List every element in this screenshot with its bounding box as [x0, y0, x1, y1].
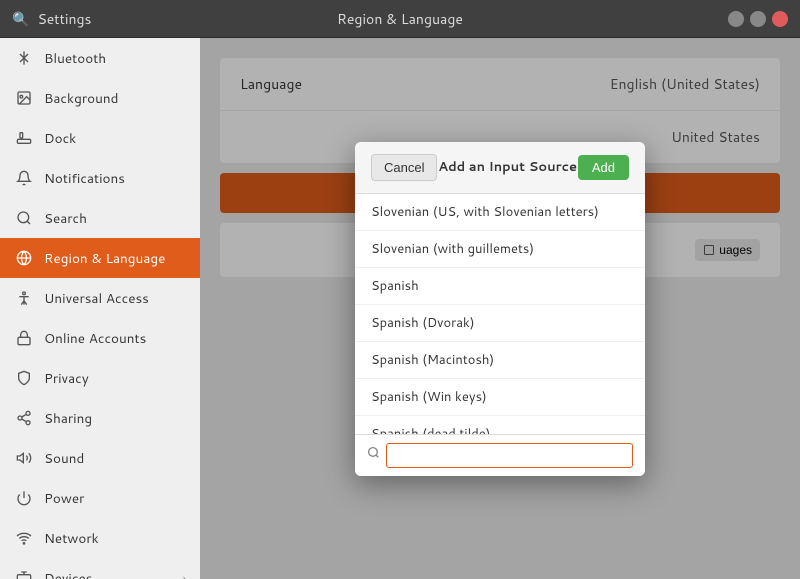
sidebar-item-power[interactable]: Power	[0, 478, 200, 518]
sidebar-label-universal-access: Universal Access	[44, 289, 149, 308]
region-icon	[14, 248, 34, 268]
bluetooth-icon	[14, 48, 34, 68]
list-item[interactable]: Slovenian (with guillemets)	[355, 231, 645, 268]
dialog-search-icon	[367, 446, 380, 464]
sidebar-item-bluetooth[interactable]: Bluetooth	[0, 38, 200, 78]
sidebar-item-sound[interactable]: Sound	[0, 438, 200, 478]
titlebar: 🔍 Settings Region & Language ─ □ ✕	[0, 0, 800, 38]
dialog-overlay: Cancel Add an Input Source Add Slovenian…	[200, 38, 800, 579]
search-sidebar-icon	[14, 208, 34, 228]
network-icon	[14, 528, 34, 548]
sidebar-item-region-language[interactable]: Region & Language	[0, 238, 200, 278]
search-icon: 🔍	[12, 9, 29, 29]
window-title: Region & Language	[337, 9, 463, 29]
chevron-right-icon: ›	[183, 570, 186, 579]
devices-icon	[14, 568, 34, 579]
sidebar-label-sharing: Sharing	[44, 409, 92, 428]
sidebar-label-background: Background	[44, 89, 118, 108]
sidebar-item-universal-access[interactable]: Universal Access	[0, 278, 200, 318]
sidebar-label-devices: Devices	[44, 569, 92, 579]
list-item[interactable]: Spanish (dead tilde)	[355, 416, 645, 434]
sidebar-label-online-accounts: Online Accounts	[44, 329, 146, 348]
sidebar-label-search: Search	[44, 209, 87, 228]
minimize-button[interactable]: ─	[728, 11, 744, 27]
sidebar-label-notifications: Notifications	[44, 169, 125, 188]
dialog-search-input[interactable]	[386, 443, 633, 468]
list-item[interactable]: Slovenian (US, with Slovenian letters)	[355, 194, 645, 231]
dialog-add-button[interactable]: Add	[578, 155, 629, 180]
sidebar-item-search[interactable]: Search	[0, 198, 200, 238]
list-item[interactable]: Spanish	[355, 268, 645, 305]
main-layout: Bluetooth Background Dock Notifications …	[0, 38, 800, 579]
online-accounts-icon	[14, 328, 34, 348]
dialog-header: Cancel Add an Input Source Add	[355, 142, 645, 194]
dialog-title: Add an Input Source	[438, 158, 577, 176]
list-item[interactable]: Spanish (Dvorak)	[355, 305, 645, 342]
sidebar-item-dock[interactable]: Dock	[0, 118, 200, 158]
app-title: Settings	[37, 9, 91, 29]
close-button[interactable]: ✕	[772, 11, 788, 27]
sound-icon	[14, 448, 34, 468]
list-item[interactable]: Spanish (Win keys)	[355, 379, 645, 416]
sidebar-label-region-language: Region & Language	[44, 249, 165, 268]
sidebar-label-power: Power	[44, 489, 84, 508]
privacy-icon	[14, 368, 34, 388]
list-item[interactable]: Spanish (Macintosh)	[355, 342, 645, 379]
sidebar-label-privacy: Privacy	[44, 369, 89, 388]
maximize-button[interactable]: □	[750, 11, 766, 27]
window-controls: ─ □ ✕	[728, 11, 788, 27]
content-area: Language English (United States) United …	[200, 38, 800, 579]
sidebar-label-sound: Sound	[44, 449, 84, 468]
power-icon	[14, 488, 34, 508]
sidebar-item-privacy[interactable]: Privacy	[0, 358, 200, 398]
background-icon	[14, 88, 34, 108]
dialog-search-bar	[355, 434, 645, 476]
dialog-cancel-button[interactable]: Cancel	[371, 154, 437, 181]
sidebar: Bluetooth Background Dock Notifications …	[0, 38, 200, 579]
dialog-input-source-list: Slovenian (US, with Slovenian letters) S…	[355, 194, 645, 434]
sidebar-item-network[interactable]: Network	[0, 518, 200, 558]
sharing-icon	[14, 408, 34, 428]
notifications-icon	[14, 168, 34, 188]
universal-access-icon	[14, 288, 34, 308]
sidebar-item-devices[interactable]: Devices ›	[0, 558, 200, 579]
add-input-source-dialog: Cancel Add an Input Source Add Slovenian…	[355, 142, 645, 476]
sidebar-label-network: Network	[44, 529, 99, 548]
titlebar-left: 🔍 Settings	[12, 9, 91, 29]
dock-icon	[14, 128, 34, 148]
sidebar-item-online-accounts[interactable]: Online Accounts	[0, 318, 200, 358]
sidebar-label-dock: Dock	[44, 129, 76, 148]
sidebar-item-sharing[interactable]: Sharing	[0, 398, 200, 438]
sidebar-label-bluetooth: Bluetooth	[44, 49, 106, 68]
sidebar-item-notifications[interactable]: Notifications	[0, 158, 200, 198]
sidebar-item-background[interactable]: Background	[0, 78, 200, 118]
